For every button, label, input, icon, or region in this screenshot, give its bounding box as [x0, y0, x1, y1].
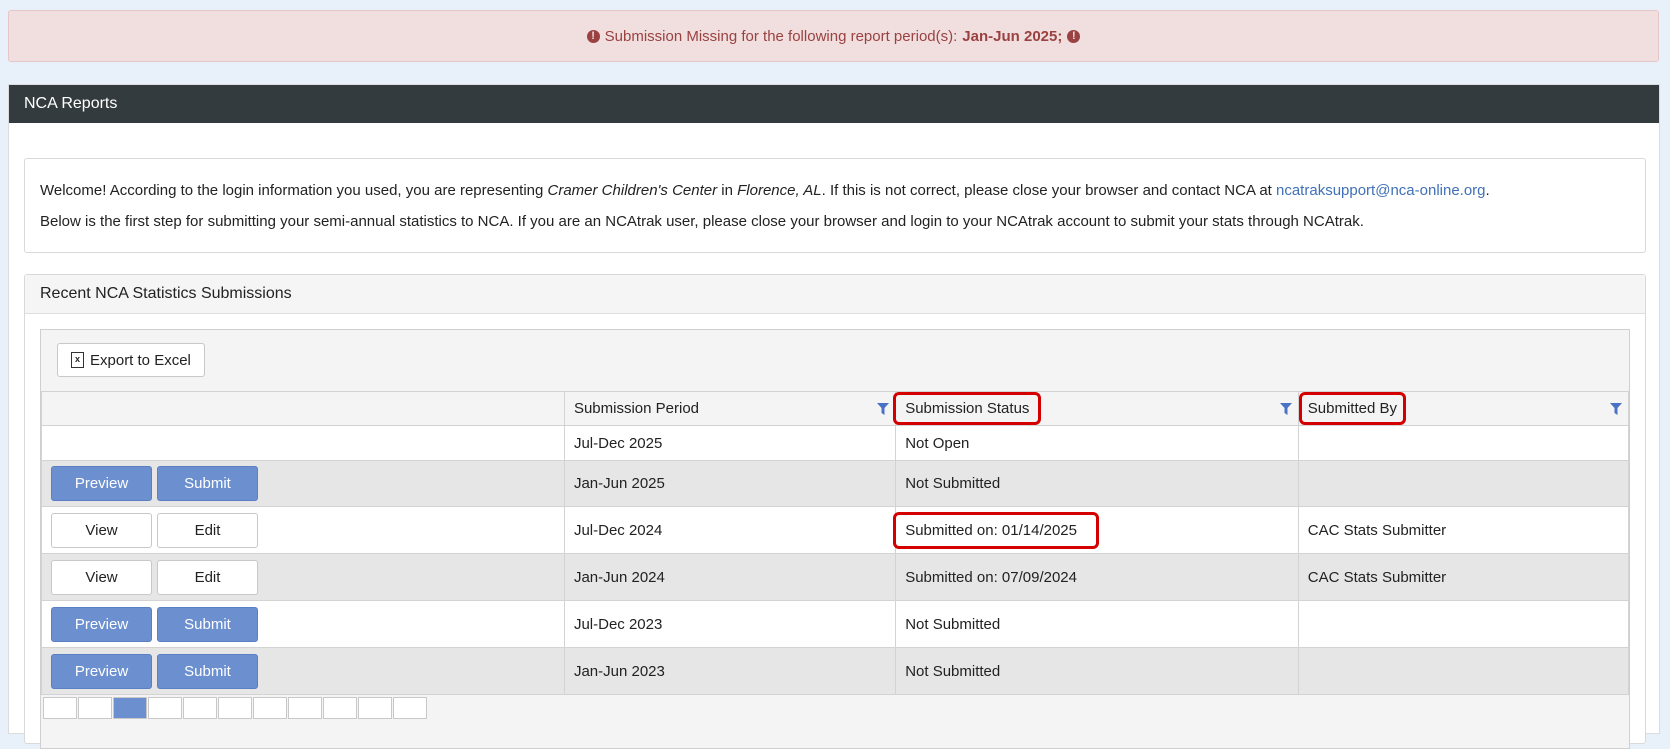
welcome-paragraph: Welcome! According to the login informat… [40, 175, 1630, 206]
actions-cell: View Edit [41, 506, 565, 554]
actions-cell: Preview Submit [41, 600, 565, 648]
column-header-submitted-by[interactable]: Submitted By [1297, 391, 1630, 426]
welcome-text: Welcome! According to the login informat… [40, 182, 548, 199]
view-button[interactable]: View [51, 559, 152, 595]
submitted-by-cell [1297, 460, 1630, 507]
welcome-box: Welcome! According to the login informat… [24, 158, 1646, 253]
welcome-text: . [1485, 182, 1490, 199]
period-cell: Jan-Jun 2025 [563, 460, 897, 507]
filter-icon[interactable] [877, 403, 890, 415]
submissions-grid: x Export to Excel Submission Period Subm… [40, 329, 1630, 749]
filter-icon[interactable] [1610, 403, 1622, 415]
pager-button[interactable] [183, 697, 217, 719]
org-location: Florence, AL [737, 182, 822, 199]
edit-button[interactable]: Edit [157, 512, 258, 548]
submitted-by-cell [1297, 600, 1630, 648]
submitted-by-cell [1297, 425, 1630, 461]
welcome-text: . If this is not correct, please close y… [821, 182, 1276, 199]
pager-button[interactable] [78, 697, 112, 719]
welcome-text: in [717, 182, 738, 199]
export-to-excel-button[interactable]: x Export to Excel [57, 343, 205, 377]
submit-button[interactable]: Submit [157, 653, 258, 689]
submit-button[interactable]: Submit [157, 606, 258, 642]
preview-button[interactable]: Preview [51, 466, 152, 501]
status-cell: Not Submitted [895, 647, 1299, 695]
column-header-label: Submission Period [573, 400, 700, 417]
actions-cell: Preview Submit [41, 460, 565, 507]
submitted-by-cell: CAC Stats Submitter [1297, 506, 1630, 554]
pager-button-active[interactable] [113, 697, 147, 719]
highlight-annotation: Submitted By [1298, 392, 1406, 425]
actions-column-header [41, 391, 565, 426]
table-row: Preview Submit Jan-Jun 2023 Not Submitted [41, 647, 1630, 695]
status-cell: Not Open [895, 425, 1299, 461]
actions-cell: Preview Submit [41, 647, 565, 695]
support-email-link[interactable]: ncatraksupport@nca-online.org [1276, 182, 1486, 199]
org-name: Cramer Children's Center [547, 182, 718, 199]
pager-button[interactable] [358, 697, 392, 719]
period-cell: Jan-Jun 2023 [563, 647, 897, 695]
table-row: View Edit Jul-Dec 2024 Submitted on: 01/1… [41, 506, 1630, 554]
exclamation-circle-icon: ! [586, 29, 600, 43]
column-header-label: Submission Status [905, 400, 1030, 417]
pager-button[interactable] [288, 697, 322, 719]
submitted-by-cell: CAC Stats Submitter [1297, 553, 1630, 601]
pager-button[interactable] [323, 697, 357, 719]
instructions-paragraph: Below is the first step for submitting y… [40, 213, 1364, 230]
status-cell: Not Submitted [895, 460, 1299, 507]
highlight-annotation: Submission Status [893, 392, 1042, 425]
column-header-status[interactable]: Submission Status [893, 391, 1299, 426]
recent-submissions-title: Recent NCA Statistics Submissions [25, 275, 1645, 314]
table-row: Jul-Dec 2025 Not Open [41, 425, 1630, 461]
export-label: Export to Excel [90, 351, 191, 369]
column-header-period[interactable]: Submission Period [563, 391, 897, 426]
submitted-by-cell [1297, 647, 1630, 695]
pagination [43, 697, 428, 719]
filter-icon[interactable] [1279, 403, 1292, 415]
period-cell: Jul-Dec 2023 [563, 600, 897, 648]
status-cell: Submitted on: 01/14/2025 [893, 506, 1299, 554]
view-button[interactable]: View [51, 512, 152, 548]
preview-button[interactable]: Preview [51, 653, 152, 689]
highlight-annotation: Submitted on: 01/14/2025 [893, 511, 1099, 549]
table-row: Preview Submit Jul-Dec 2023 Not Submitted [41, 600, 1630, 648]
table-row: View Edit Jan-Jun 2024 Submitted on: 07/0… [41, 553, 1630, 601]
grid-toolbar: x Export to Excel [41, 330, 1629, 391]
pager-button[interactable] [148, 697, 182, 719]
alert-text: Submission Missing for the following rep… [604, 27, 958, 45]
pager-button[interactable] [393, 697, 427, 719]
status-cell: Not Submitted [895, 600, 1299, 648]
actions-cell: View Edit [41, 553, 565, 601]
pager-button[interactable] [43, 697, 77, 719]
preview-button[interactable]: Preview [51, 606, 152, 642]
table-header-row: Submission Period Submission Status Subm… [41, 391, 1630, 426]
excel-file-icon: x [71, 352, 84, 368]
panel-title: NCA Reports [9, 85, 1659, 123]
period-cell: Jan-Jun 2024 [563, 553, 897, 601]
exclamation-circle-icon: ! [1067, 29, 1081, 43]
period-cell: Jul-Dec 2025 [563, 425, 897, 461]
period-cell: Jul-Dec 2024 [563, 506, 897, 554]
status-cell: Submitted on: 07/09/2024 [895, 553, 1299, 601]
alert-periods: Jan-Jun 2025; [962, 27, 1063, 45]
pager-button[interactable] [218, 697, 252, 719]
column-header-label: Submitted By [1307, 400, 1397, 417]
actions-cell [41, 425, 565, 461]
submit-button[interactable]: Submit [157, 466, 258, 501]
table-row: Preview Submit Jan-Jun 2025 Not Submitted [41, 460, 1630, 507]
recent-submissions-panel: Recent NCA Statistics Submissions x Expo… [24, 274, 1646, 749]
nca-reports-panel: NCA Reports Welcome! According to the lo… [8, 84, 1660, 749]
submissions-table: Submission Period Submission Status Subm… [41, 391, 1630, 695]
status-text: Submitted on: 01/14/2025 [905, 521, 1077, 539]
edit-button[interactable]: Edit [157, 559, 258, 595]
missing-submission-alert: ! Submission Missing for the following r… [8, 10, 1659, 62]
pager-button[interactable] [253, 697, 287, 719]
